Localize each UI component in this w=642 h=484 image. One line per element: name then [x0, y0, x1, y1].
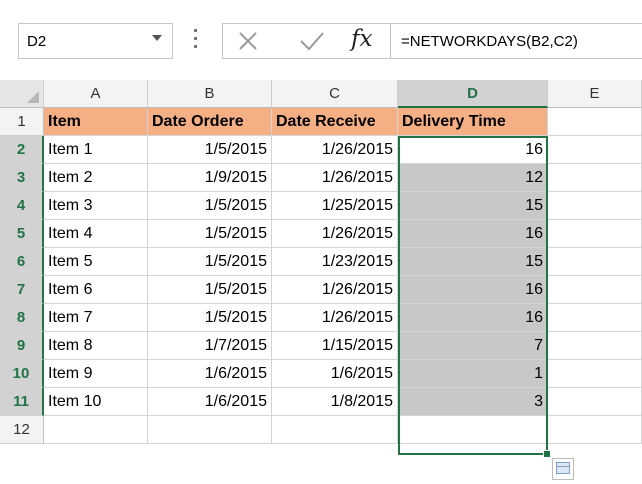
cell-delivery-time[interactable]: 16: [398, 220, 548, 248]
cell-date-ordered[interactable]: 1/5/2015: [148, 136, 272, 164]
cell-empty[interactable]: [548, 304, 642, 332]
cell-date-received[interactable]: 1/23/2015: [272, 248, 398, 276]
name-box[interactable]: D2: [18, 23, 173, 59]
cell-date-received[interactable]: 1/26/2015: [272, 276, 398, 304]
cell-empty[interactable]: [548, 360, 642, 388]
cell-delivery-time[interactable]: 16: [398, 304, 548, 332]
cell-item[interactable]: Item 9: [44, 360, 148, 388]
cell-item[interactable]: Item 7: [44, 304, 148, 332]
header-cell-delivery-time[interactable]: Delivery Time: [398, 108, 548, 136]
row-header-10[interactable]: 10: [0, 360, 44, 388]
select-all-corner[interactable]: [0, 80, 44, 108]
row-header-9[interactable]: 9: [0, 332, 44, 360]
cell-date-ordered[interactable]: 1/9/2015: [148, 164, 272, 192]
cell-empty[interactable]: [548, 388, 642, 416]
row-header-7[interactable]: 7: [0, 276, 44, 304]
cell-empty[interactable]: [272, 416, 398, 444]
cell-date-received[interactable]: 1/26/2015: [272, 304, 398, 332]
insert-function-icon[interactable]: fx: [351, 26, 372, 52]
cell-item[interactable]: Item 10: [44, 388, 148, 416]
column-header-c[interactable]: C: [272, 80, 398, 108]
formula-input[interactable]: =NETWORKDAYS(B2,C2): [390, 23, 642, 59]
cell-date-received[interactable]: 1/26/2015: [272, 220, 398, 248]
cell-item[interactable]: Item 4: [44, 220, 148, 248]
cell-item[interactable]: Item 5: [44, 248, 148, 276]
column-header-a[interactable]: A: [44, 80, 148, 108]
header-cell-date-ordered[interactable]: Date Ordere: [148, 108, 272, 136]
cell-delivery-time[interactable]: 16: [398, 136, 548, 164]
cell-delivery-time[interactable]: 16: [398, 276, 548, 304]
fill-handle[interactable]: [543, 450, 551, 458]
cell-date-ordered[interactable]: 1/6/2015: [148, 388, 272, 416]
cancel-icon[interactable]: [233, 24, 263, 58]
cell-empty[interactable]: [548, 164, 642, 192]
cell-empty[interactable]: [548, 332, 642, 360]
cell-delivery-time[interactable]: 15: [398, 192, 548, 220]
cell-empty[interactable]: [398, 416, 548, 444]
column-header-b[interactable]: B: [148, 80, 272, 108]
cell-delivery-time[interactable]: 7: [398, 332, 548, 360]
cell-empty[interactable]: [548, 136, 642, 164]
enter-check-icon[interactable]: [295, 24, 329, 58]
row-header-5[interactable]: 5: [0, 220, 44, 248]
row-header-2[interactable]: 2: [0, 136, 44, 164]
row-header-3[interactable]: 3: [0, 164, 44, 192]
cell-item[interactable]: Item 2: [44, 164, 148, 192]
cell-item[interactable]: Item 1: [44, 136, 148, 164]
cell-date-received[interactable]: 1/25/2015: [272, 192, 398, 220]
formula-bar-resize-handle[interactable]: [194, 27, 198, 51]
formula-bar: D2 fx =NETWORKDAYS(B2,C2): [0, 0, 642, 80]
row-header-11[interactable]: 11: [0, 388, 44, 416]
row-header-8[interactable]: 8: [0, 304, 44, 332]
cell-item[interactable]: Item 6: [44, 276, 148, 304]
name-box-value: D2: [27, 33, 47, 50]
column-header-e[interactable]: E: [548, 80, 642, 108]
cell-empty[interactable]: [548, 192, 642, 220]
cell-date-received[interactable]: 1/6/2015: [272, 360, 398, 388]
column-header-d[interactable]: D: [398, 80, 548, 108]
cell-date-received[interactable]: 1/15/2015: [272, 332, 398, 360]
spreadsheet-grid: A B C D E 1 2 3 4 5 6 7 8 9 10 11 12 Item Date Ordere Date …: [0, 80, 642, 484]
cell-e1[interactable]: [548, 108, 642, 136]
cell-item[interactable]: Item 3: [44, 192, 148, 220]
cell-date-ordered[interactable]: 1/5/2015: [148, 220, 272, 248]
cell-delivery-time[interactable]: 15: [398, 248, 548, 276]
cell-empty[interactable]: [548, 220, 642, 248]
header-cell-item[interactable]: Item: [44, 108, 148, 136]
cell-delivery-time[interactable]: 3: [398, 388, 548, 416]
cell-empty[interactable]: [548, 276, 642, 304]
formula-text: =NETWORKDAYS(B2,C2): [401, 33, 578, 50]
cell-delivery-time[interactable]: 12: [398, 164, 548, 192]
row-header-4[interactable]: 4: [0, 192, 44, 220]
cell-date-ordered[interactable]: 1/5/2015: [148, 248, 272, 276]
row-header-6[interactable]: 6: [0, 248, 44, 276]
chevron-down-icon[interactable]: [152, 35, 162, 41]
cell-date-ordered[interactable]: 1/5/2015: [148, 304, 272, 332]
cell-delivery-time[interactable]: 1: [398, 360, 548, 388]
cell-date-ordered[interactable]: 1/7/2015: [148, 332, 272, 360]
cell-empty[interactable]: [44, 416, 148, 444]
quick-analysis-icon[interactable]: [552, 458, 574, 480]
cell-date-received[interactable]: 1/26/2015: [272, 164, 398, 192]
header-cell-date-received[interactable]: Date Receive: [272, 108, 398, 136]
cell-empty[interactable]: [548, 416, 642, 444]
cell-date-ordered[interactable]: 1/6/2015: [148, 360, 272, 388]
cell-date-received[interactable]: 1/26/2015: [272, 136, 398, 164]
row-header-1[interactable]: 1: [0, 108, 44, 136]
cell-empty[interactable]: [548, 248, 642, 276]
cell-date-ordered[interactable]: 1/5/2015: [148, 192, 272, 220]
cell-item[interactable]: Item 8: [44, 332, 148, 360]
cell-empty[interactable]: [148, 416, 272, 444]
row-header-12[interactable]: 12: [0, 416, 44, 444]
cell-date-ordered[interactable]: 1/5/2015: [148, 276, 272, 304]
cell-date-received[interactable]: 1/8/2015: [272, 388, 398, 416]
formula-buttons: fx: [222, 23, 390, 59]
